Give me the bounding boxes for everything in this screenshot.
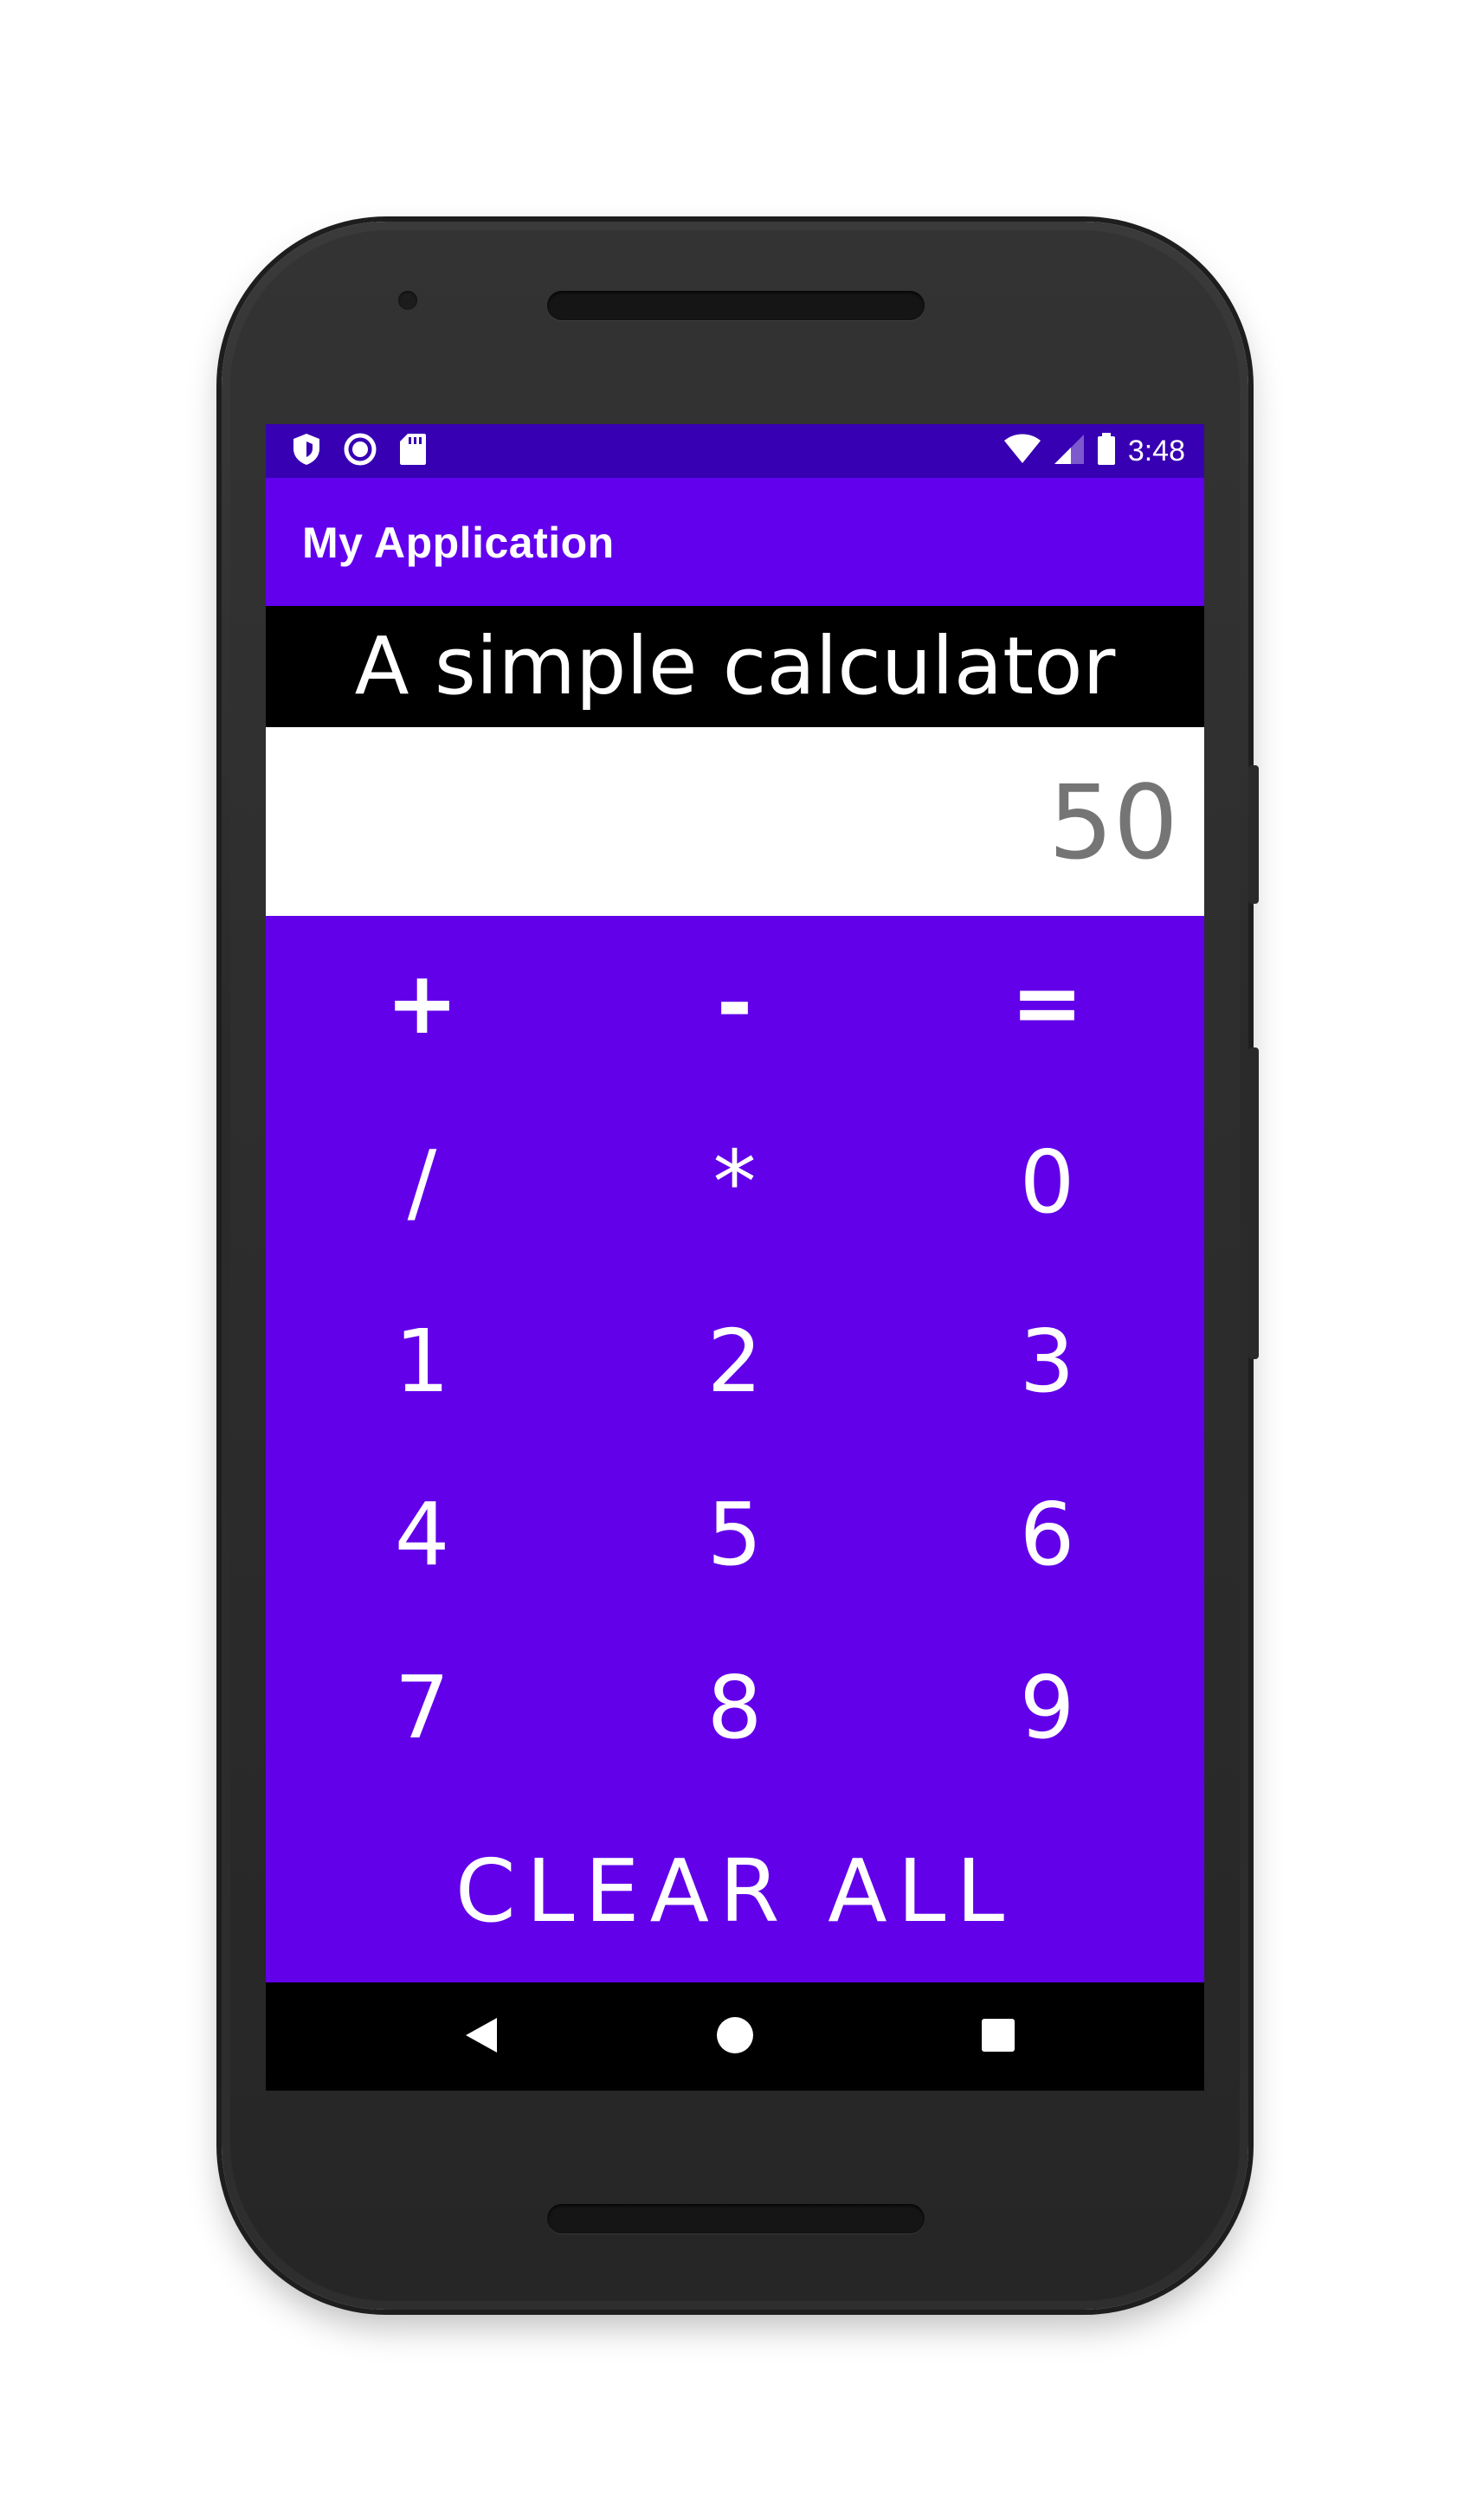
keypad: + - = / * 0 1 2 3 4 5 6 7 8 9 CLEAR ALL xyxy=(266,916,1204,1982)
top-speaker-grille xyxy=(547,291,925,320)
home-icon xyxy=(716,2016,754,2058)
digit-9-button[interactable]: 9 xyxy=(891,1621,1203,1794)
app-bar: My Application xyxy=(266,478,1204,606)
circle-record-icon xyxy=(344,433,377,469)
digit-1-button[interactable]: 1 xyxy=(266,1274,578,1447)
status-bar: 3:48 xyxy=(266,424,1204,478)
divide-button[interactable]: / xyxy=(266,1095,578,1268)
display-value: 50 xyxy=(1048,763,1178,882)
back-button[interactable] xyxy=(429,1982,533,2091)
app-title: My Application xyxy=(302,519,615,567)
minus-button[interactable]: - xyxy=(578,916,891,1089)
power-button xyxy=(1248,765,1259,904)
digit-2-button[interactable]: 2 xyxy=(578,1274,891,1447)
bottom-speaker-grille xyxy=(547,2204,925,2233)
digit-0-button[interactable]: 0 xyxy=(891,1095,1203,1268)
back-icon xyxy=(464,2016,499,2058)
digit-8-button[interactable]: 8 xyxy=(578,1621,891,1794)
status-clock: 3:48 xyxy=(1127,434,1185,467)
status-right-icons: 3:48 xyxy=(1003,433,1185,469)
recents-icon xyxy=(981,2018,1015,2056)
status-left-icons xyxy=(292,433,427,469)
calculator-heading: A simple calculator xyxy=(266,606,1204,727)
digit-7-button[interactable]: 7 xyxy=(266,1621,578,1794)
multiply-button[interactable]: * xyxy=(578,1095,891,1268)
digit-3-button[interactable]: 3 xyxy=(891,1274,1203,1447)
front-camera xyxy=(398,291,417,310)
digit-5-button[interactable]: 5 xyxy=(578,1447,891,1621)
equals-button[interactable]: = xyxy=(891,916,1203,1089)
digit-6-button[interactable]: 6 xyxy=(891,1447,1203,1621)
home-button[interactable] xyxy=(683,1982,787,2091)
cell-signal-icon xyxy=(1054,434,1085,468)
digit-4-button[interactable]: 4 xyxy=(266,1447,578,1621)
device-screen: 3:48 My Application A simple calculator … xyxy=(266,424,1204,2091)
battery-icon xyxy=(1097,433,1116,469)
plus-button[interactable]: + xyxy=(266,916,578,1089)
recents-button[interactable] xyxy=(946,1982,1050,2091)
navigation-bar xyxy=(266,1982,1204,2091)
result-display: 50 xyxy=(266,727,1204,916)
clear-all-button[interactable]: CLEAR ALL xyxy=(266,1813,1204,1969)
sd-card-icon xyxy=(399,433,427,469)
volume-button xyxy=(1248,1047,1259,1359)
wifi-icon xyxy=(1003,434,1041,468)
shield-icon xyxy=(292,433,321,469)
